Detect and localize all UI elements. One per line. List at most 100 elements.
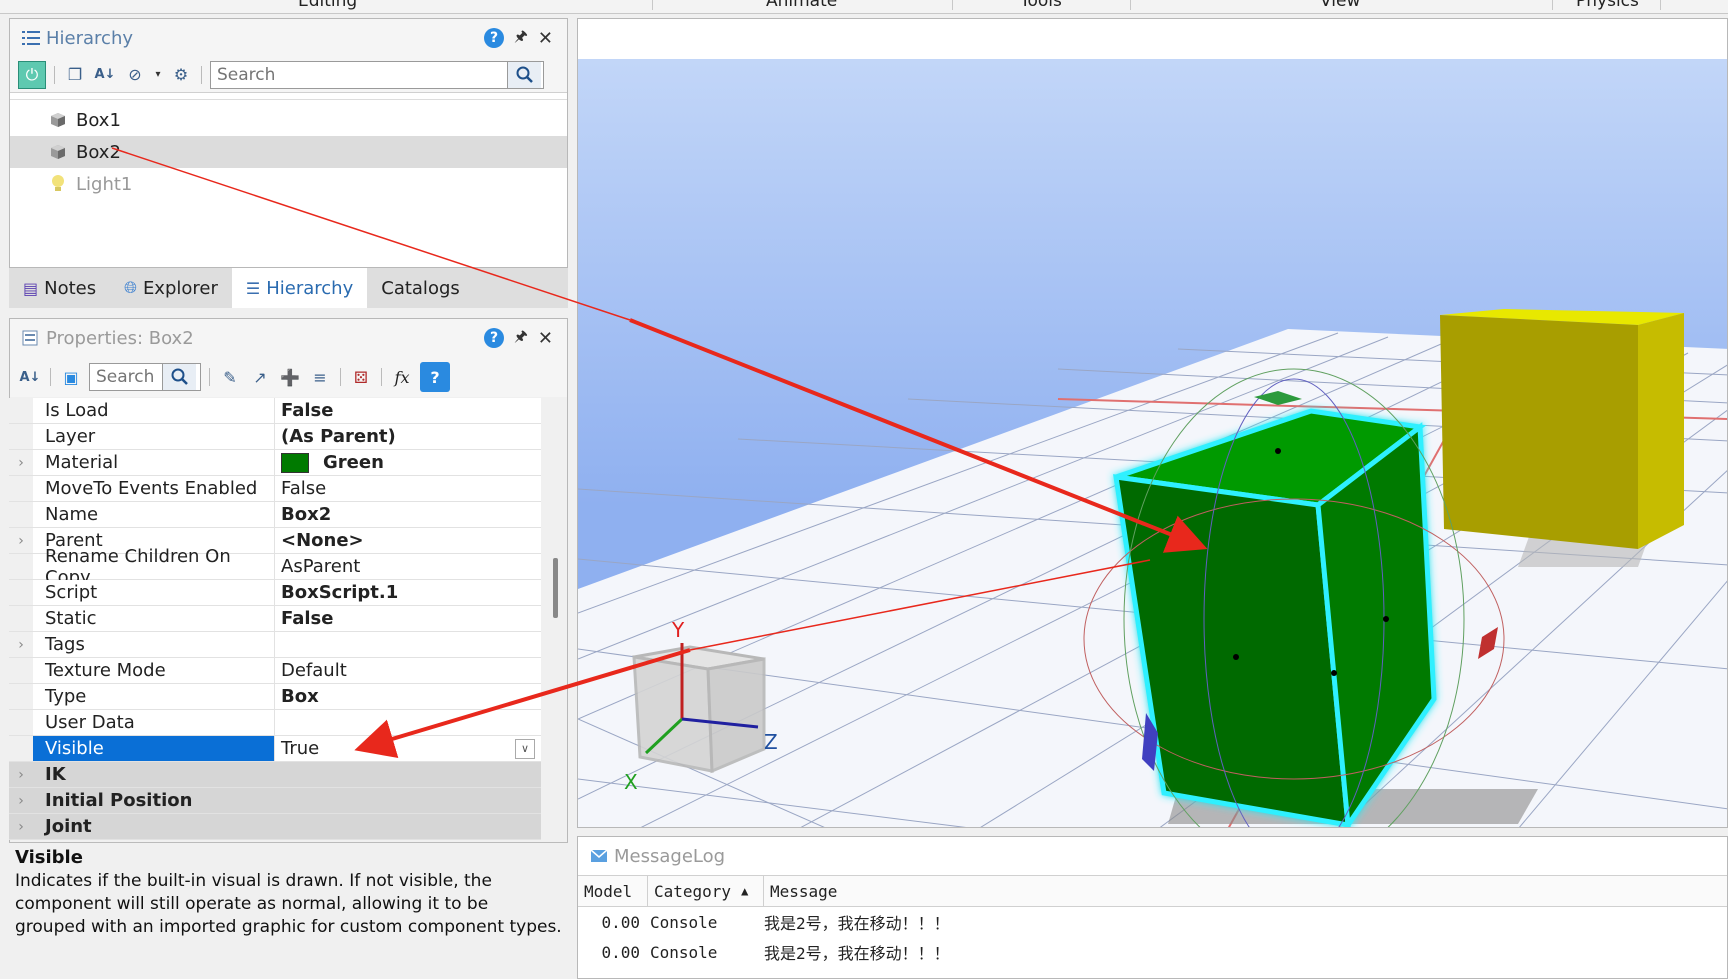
property-name: Type <box>33 684 275 709</box>
cube-icon[interactable]: ▣ <box>59 365 83 389</box>
power-icon[interactable]: ⏻ <box>18 60 46 89</box>
help-icon[interactable]: ? <box>420 362 450 392</box>
tree-item-box1[interactable]: Box1 <box>10 104 567 136</box>
help-icon[interactable]: ? <box>484 28 505 48</box>
property-row[interactable]: User Data <box>9 710 541 736</box>
sort-az-icon[interactable]: A↓ <box>93 63 117 87</box>
message-text: 我是2号，我在移动！！！ <box>764 914 950 933</box>
property-value-text: False <box>281 400 334 421</box>
property-row[interactable]: Type Box <box>9 684 541 710</box>
expand-chevron-icon[interactable]: › <box>9 632 33 657</box>
property-value[interactable] <box>275 710 541 735</box>
collapse-all-icon[interactable]: ❐ <box>63 63 87 87</box>
properties-title: Properties: Box2 <box>46 327 194 349</box>
column-model[interactable]: Model <box>578 876 648 906</box>
property-value[interactable]: Box2 <box>275 502 541 527</box>
tree-item-light1[interactable]: Light1 <box>10 168 567 200</box>
help-icon[interactable]: ? <box>484 328 505 348</box>
expand-chevron-icon[interactable]: › <box>9 814 33 839</box>
dropdown-arrow-icon[interactable]: ∨ <box>515 738 535 759</box>
ribbon-tab-editing[interactable]: Editing <box>298 0 357 11</box>
close-icon[interactable]: ✕ <box>538 328 553 349</box>
ribbon-tab-animate[interactable]: Animate <box>766 0 837 11</box>
property-value[interactable]: Box <box>275 684 541 709</box>
row-gutter <box>9 736 33 761</box>
property-row[interactable]: Script BoxScript.1 <box>9 580 541 606</box>
property-row[interactable]: › Tags <box>9 632 541 658</box>
ribbon-tab-tools[interactable]: Tools <box>1020 0 1062 11</box>
property-value[interactable]: False <box>275 398 541 423</box>
column-category[interactable]: Category ▲ <box>648 876 764 906</box>
ribbon-tab-physics[interactable]: Physics <box>1576 0 1639 11</box>
property-category[interactable]: › IK <box>9 762 541 788</box>
color-swatch <box>281 452 309 473</box>
property-row[interactable]: Layer (As Parent) <box>9 424 541 450</box>
property-value[interactable]: BoxScript.1 <box>275 580 541 605</box>
tab-explorer[interactable]: 🌐︎ Explorer <box>110 268 232 308</box>
row-gutter <box>9 476 33 501</box>
tab-hierarchy[interactable]: ☰ Hierarchy <box>231 268 368 308</box>
tree-item-box2[interactable]: Box2 <box>10 136 567 168</box>
property-grid: Is Load False Layer (As Parent) › Material Gre… <box>9 398 541 840</box>
scene-canvas[interactable]: Y X Z <box>578 19 1728 828</box>
property-value[interactable]: False <box>275 476 541 501</box>
properties-search-box <box>89 363 201 391</box>
property-category[interactable]: › Initial Position <box>9 788 541 814</box>
dropdown-arrow-icon[interactable]: ▾ <box>153 63 163 87</box>
message-row[interactable]: 0.00 Console 我是2号，我在移动！！！ <box>578 937 1727 967</box>
property-category[interactable]: › Joint <box>9 814 541 840</box>
search-icon[interactable] <box>162 364 196 390</box>
message-model: 0.00 <box>601 942 640 962</box>
list-icon: ☰ <box>245 278 261 298</box>
property-name: Material <box>33 450 275 475</box>
axis-label-y: Y <box>671 618 685 642</box>
property-row[interactable]: Static False <box>9 606 541 632</box>
expand-chevron-icon[interactable]: › <box>9 450 33 475</box>
settings-gear-icon[interactable]: ⚙ <box>169 63 193 87</box>
tab-notes[interactable]: ▤ Notes <box>9 268 110 308</box>
property-grid-scrollbar[interactable] <box>550 400 564 830</box>
close-icon[interactable]: ✕ <box>538 28 553 49</box>
property-row[interactable]: Name Box2 <box>9 502 541 528</box>
expand-chevron-icon[interactable]: › <box>9 762 33 787</box>
property-row[interactable]: Rename Children On Copy AsParent <box>9 546 541 588</box>
property-row[interactable]: Visible True ∨ <box>9 736 541 762</box>
search-icon[interactable] <box>507 61 541 88</box>
fx-icon[interactable]: fx <box>390 365 414 389</box>
column-message[interactable]: Message <box>764 876 1727 906</box>
scrollbar-thumb[interactable] <box>553 558 558 618</box>
property-value[interactable] <box>275 632 541 657</box>
ribbon-tab-view[interactable]: View <box>1320 0 1360 11</box>
message-row[interactable]: 0.00 Console 我是2号，我在移动！！！ <box>578 907 1727 937</box>
property-row[interactable]: Texture Mode Default <box>9 658 541 684</box>
visibility-filter-icon[interactable]: ⊘ <box>123 63 147 87</box>
property-value[interactable]: (As Parent) <box>275 424 541 449</box>
edit-properties-icon[interactable]: ✎ <box>218 365 242 389</box>
dice-icon[interactable]: ⚄ <box>349 365 373 389</box>
property-value[interactable]: AsParent <box>275 554 541 579</box>
property-value[interactable]: False <box>275 606 541 631</box>
property-value[interactable]: True ∨ <box>275 736 541 761</box>
pin-icon[interactable]: 🖈 <box>514 326 528 351</box>
sort-az-icon[interactable]: A↓ <box>18 365 42 389</box>
property-row[interactable]: › Material Green <box>9 450 541 476</box>
property-row[interactable]: MoveTo Events Enabled False <box>9 476 541 502</box>
box1-3d[interactable] <box>1440 309 1684 567</box>
property-value[interactable]: <None> <box>275 528 541 553</box>
tab-catalogs[interactable]: Catalogs <box>367 268 474 308</box>
properties-search-input[interactable] <box>90 367 162 387</box>
expand-chevron-icon[interactable]: › <box>9 788 33 813</box>
property-value[interactable]: Default <box>275 658 541 683</box>
property-name: Visible <box>33 736 275 761</box>
pin-icon[interactable]: 🖈 <box>514 26 528 51</box>
description-title: Visible <box>15 847 83 868</box>
3d-viewport[interactable]: Y X Z <box>577 18 1728 828</box>
export-icon[interactable]: ↗ <box>248 365 272 389</box>
script-icon[interactable]: ≡ <box>308 365 332 389</box>
add-component-icon[interactable]: ➕ <box>278 365 302 389</box>
row-gutter <box>9 684 33 709</box>
property-value[interactable]: Green <box>275 450 541 475</box>
expand-chevron-icon[interactable]: › <box>9 528 33 553</box>
hierarchy-search-input[interactable] <box>211 64 507 85</box>
property-row[interactable]: Is Load False <box>9 398 541 424</box>
